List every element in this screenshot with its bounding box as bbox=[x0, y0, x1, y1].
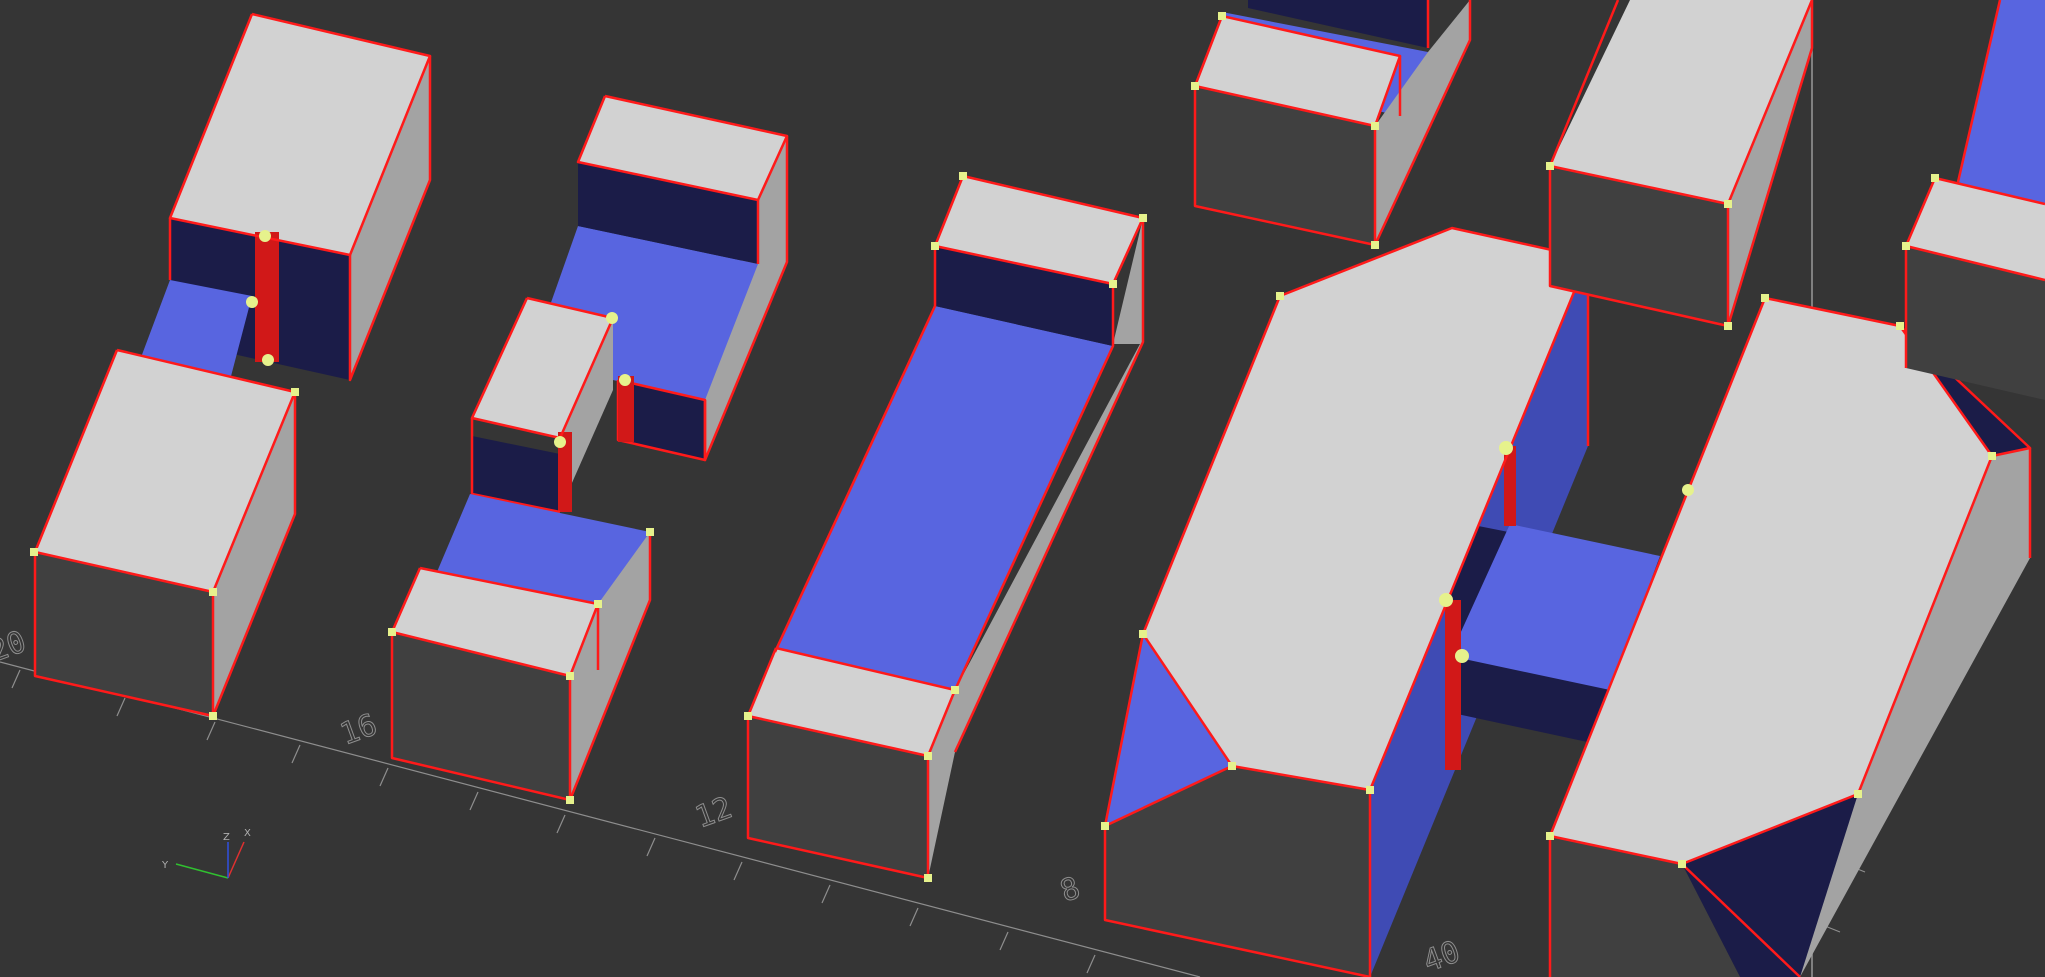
x-axis-label: X bbox=[244, 828, 251, 839]
y-axis-label: Y bbox=[161, 860, 169, 871]
ruler-label-40: 40 bbox=[1419, 934, 1465, 977]
3d-viewport[interactable]: 20 16 12 8 40 X Y Z bbox=[0, 0, 2045, 977]
building-b[interactable] bbox=[30, 348, 299, 720]
z-axis-label: Z bbox=[223, 832, 230, 843]
ruler-label-8: 8 bbox=[1056, 870, 1085, 909]
ruler-label-12: 12 bbox=[691, 790, 737, 835]
ruler-label-20: 20 bbox=[0, 624, 31, 669]
building-a[interactable] bbox=[140, 12, 432, 382]
building-g[interactable] bbox=[1546, 0, 1814, 330]
ruler-label-16: 16 bbox=[336, 707, 382, 752]
building-i[interactable] bbox=[1902, 0, 2045, 400]
scene-canvas[interactable]: 20 16 12 8 40 X Y Z bbox=[0, 0, 2045, 977]
building-e[interactable] bbox=[1191, 0, 1472, 249]
y-axis-line bbox=[175, 863, 229, 879]
building-d[interactable] bbox=[744, 172, 1147, 882]
x-axis-line bbox=[227, 841, 245, 879]
axes-widget: X Y Z bbox=[161, 828, 251, 879]
building-c[interactable] bbox=[388, 94, 789, 804]
